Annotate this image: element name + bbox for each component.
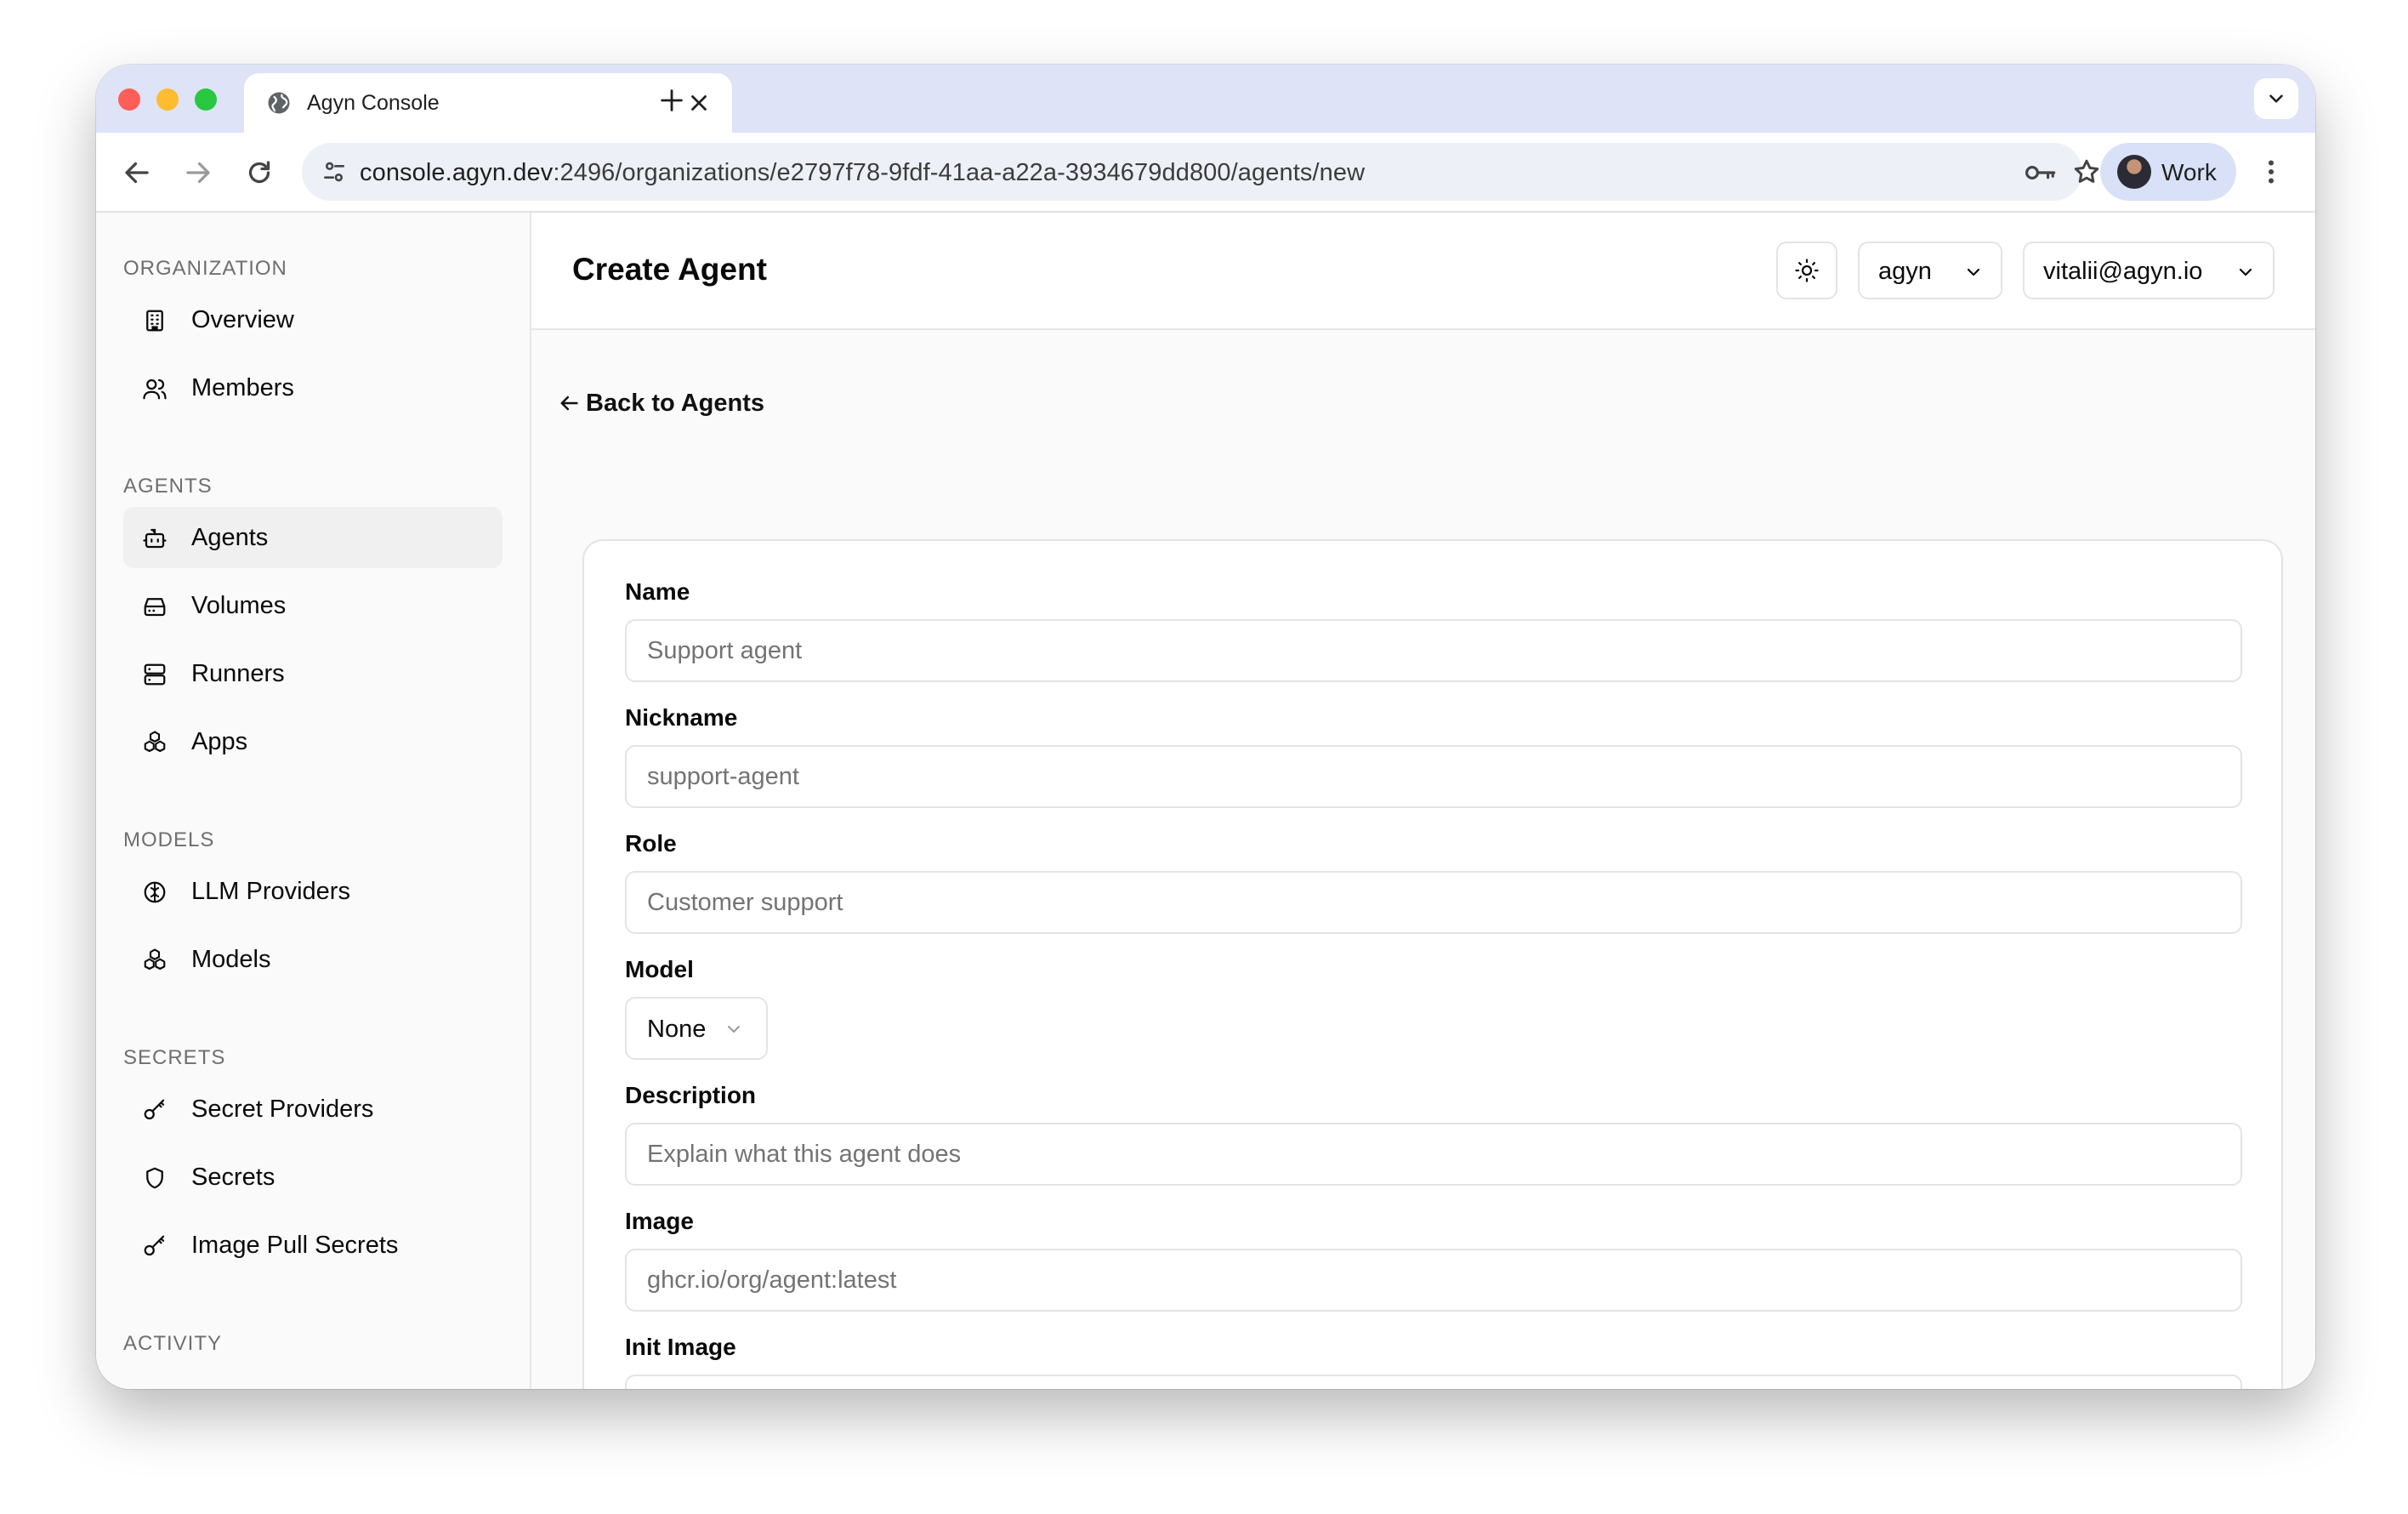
minimize-window-button[interactable] [156, 88, 179, 111]
new-tab-icon[interactable] [657, 86, 686, 115]
nickname-field[interactable] [625, 745, 2242, 808]
tab-search-button[interactable] [2254, 78, 2298, 119]
description-label: Description [625, 1082, 757, 1108]
sidebar-item-label: Image Pull Secrets [191, 1232, 399, 1259]
key-icon [144, 1099, 165, 1120]
boxes-icon [144, 731, 166, 753]
main-content: Create Agent agyn vitalii@agyn.io Back t… [531, 213, 2315, 1389]
model-select-value: None [647, 1016, 707, 1043]
sidebar-item-label: Secrets [191, 1164, 275, 1191]
page-title: Create Agent [572, 252, 767, 287]
organization-selector[interactable]: agyn [1858, 242, 2002, 299]
arrow-left-icon [560, 396, 578, 411]
page-header: Create Agent agyn vitalii@agyn.io [531, 213, 2315, 330]
init-image-label: Init Image [625, 1334, 736, 1360]
sidebar-item-apps[interactable]: Apps [123, 711, 503, 772]
theme-toggle-button[interactable] [1776, 242, 1837, 299]
role-label: Role [625, 830, 677, 857]
password-key-icon[interactable] [2024, 157, 2058, 188]
sidebar-item-label: Overview [191, 306, 294, 333]
name-label: Name [625, 578, 690, 605]
close-window-button[interactable] [118, 88, 140, 111]
section-label-activity: ACTIVITY [123, 1332, 223, 1355]
model-select[interactable]: None [625, 997, 768, 1060]
bot-icon [143, 528, 167, 549]
sidebar-item-llm-providers[interactable]: LLM Providers [123, 861, 503, 922]
section-label-agents: AGENTS [123, 475, 213, 498]
avatar [2117, 155, 2151, 189]
sidebar-item-label: Secret Providers [191, 1096, 374, 1123]
image-label: Image [625, 1208, 694, 1234]
browser-window: Agyn Console console.agyn.dev:2496/organ… [96, 65, 2315, 1389]
description-field[interactable] [625, 1123, 2242, 1186]
key-icon [144, 1235, 165, 1256]
chevron-down-icon [728, 1026, 740, 1033]
sidebar-item-overview[interactable]: Overview [123, 289, 503, 350]
close-tab-icon[interactable] [686, 90, 712, 116]
profile-label: Work [2161, 159, 2217, 185]
sun-icon [1795, 259, 1819, 282]
address-bar[interactable]: console.agyn.dev:2496/organizations/e279… [302, 143, 2099, 201]
globe-icon [268, 92, 290, 114]
sidebar-item-label: Apps [191, 728, 248, 755]
back-link-label: Back to Agents [586, 390, 765, 417]
sidebar-item-label: Members [191, 374, 294, 401]
sidebar-item-label: LLM Providers [191, 878, 350, 905]
sidebar-item-agents[interactable]: Agents [123, 507, 503, 568]
url-text: console.agyn.dev:2496/organizations/e279… [360, 159, 1365, 187]
sidebar-item-label: Agents [191, 524, 269, 551]
sidebar-item-members[interactable]: Members [123, 357, 503, 418]
site-settings-icon[interactable] [321, 158, 348, 185]
section-label-models: MODELS [123, 828, 215, 851]
chevron-down-icon [1967, 268, 1980, 276]
tab-strip: Agyn Console [96, 65, 2315, 133]
profile-button[interactable]: Work [2100, 143, 2236, 201]
reload-icon[interactable] [244, 157, 275, 188]
section-label-organization: ORGANIZATION [123, 257, 287, 280]
nickname-label: Nickname [625, 704, 738, 731]
chevron-down-icon [2269, 94, 2283, 103]
maximize-window-button[interactable] [195, 88, 217, 111]
init-image-field[interactable] [625, 1375, 2242, 1389]
url-host: console.agyn.dev [360, 159, 554, 186]
sidebar: ORGANIZATION Overview Members AGENTS Age… [96, 213, 531, 1389]
sidebar-item-models[interactable]: Models [123, 929, 503, 990]
bookmark-star-icon[interactable] [2071, 157, 2102, 187]
forward-arrow-icon[interactable] [183, 157, 213, 188]
url-path: :2496/organizations/e2797f78-9fdf-41aa-a… [553, 159, 1366, 186]
organization-selector-label: agyn [1878, 258, 1932, 285]
server-icon [144, 663, 166, 686]
section-label-secrets: SECRETS [123, 1046, 226, 1069]
boxes-icon [144, 948, 166, 970]
building-icon [146, 310, 163, 332]
shield-icon [146, 1167, 163, 1189]
users-icon [143, 378, 167, 400]
sidebar-item-label: Runners [191, 660, 285, 687]
sidebar-item-image-pull-secrets[interactable]: Image Pull Secrets [123, 1215, 503, 1276]
sidebar-item-label: Models [191, 946, 271, 973]
user-menu-button[interactable]: vitalii@agyn.io [2023, 242, 2275, 299]
image-field[interactable] [625, 1249, 2242, 1312]
chevron-down-icon [2239, 268, 2252, 276]
name-field[interactable] [625, 619, 2242, 682]
browser-toolbar: console.agyn.dev:2496/organizations/e279… [96, 133, 2315, 213]
create-agent-form: Name Nickname Role Model None Descriptio… [582, 539, 2283, 1389]
sidebar-item-label: Volumes [191, 592, 287, 619]
user-menu-label: vitalii@agyn.io [2043, 258, 2203, 285]
hard-drive-icon [144, 598, 166, 617]
back-arrow-icon[interactable] [122, 157, 152, 188]
sidebar-item-runners[interactable]: Runners [123, 643, 503, 704]
role-field[interactable] [625, 871, 2242, 934]
model-label: Model [625, 956, 694, 982]
tab-title: Agyn Console [307, 91, 440, 115]
brain-icon [144, 881, 166, 903]
sidebar-item-volumes[interactable]: Volumes [123, 575, 503, 636]
more-menu-icon[interactable] [2256, 157, 2286, 187]
sidebar-item-secrets[interactable]: Secrets [123, 1147, 503, 1208]
sidebar-item-secret-providers[interactable]: Secret Providers [123, 1079, 503, 1140]
